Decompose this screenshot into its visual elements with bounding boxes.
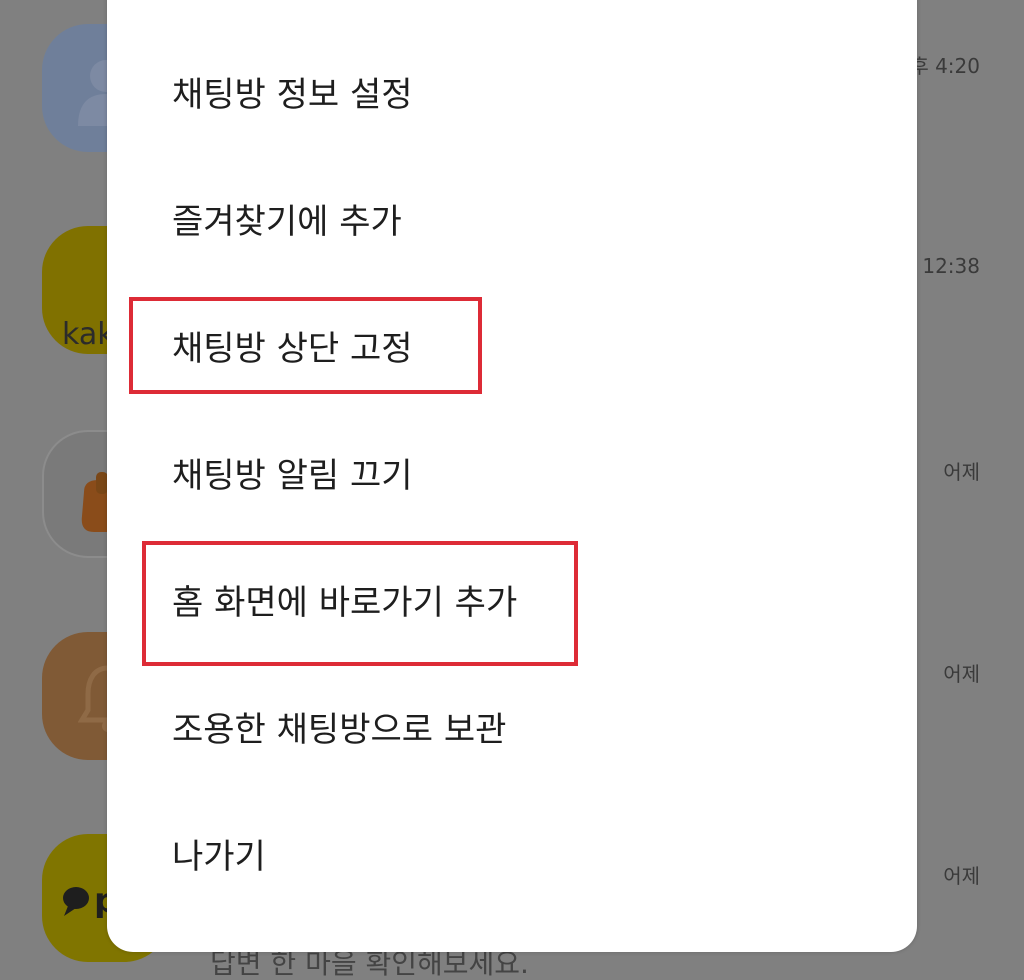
chat-time: 후 4:20 [910, 54, 980, 78]
menu-item-mute-notifications[interactable]: 채팅방 알림 끄기 [107, 409, 917, 536]
chat-time: 어제 [943, 662, 980, 686]
chat-time: 어제 [943, 864, 980, 888]
chat-time: 12:38 [922, 254, 980, 278]
menu-item-leave[interactable]: 나가기 [107, 790, 917, 917]
chat-context-menu: 채팅방 정보 설정 즐겨찾기에 추가 채팅방 상단 고정 채팅방 알림 끄기 홈… [107, 0, 917, 952]
chat-time: 어제 [943, 460, 980, 484]
menu-item-chatroom-settings[interactable]: 채팅방 정보 설정 [107, 28, 917, 155]
menu-item-archive-quiet[interactable]: 조용한 채팅방으로 보관 [107, 663, 917, 790]
menu-item-add-favorite[interactable]: 즐겨찾기에 추가 [107, 155, 917, 282]
highlight-box-home-shortcut [142, 541, 578, 666]
highlight-box-pin-top [129, 297, 482, 394]
